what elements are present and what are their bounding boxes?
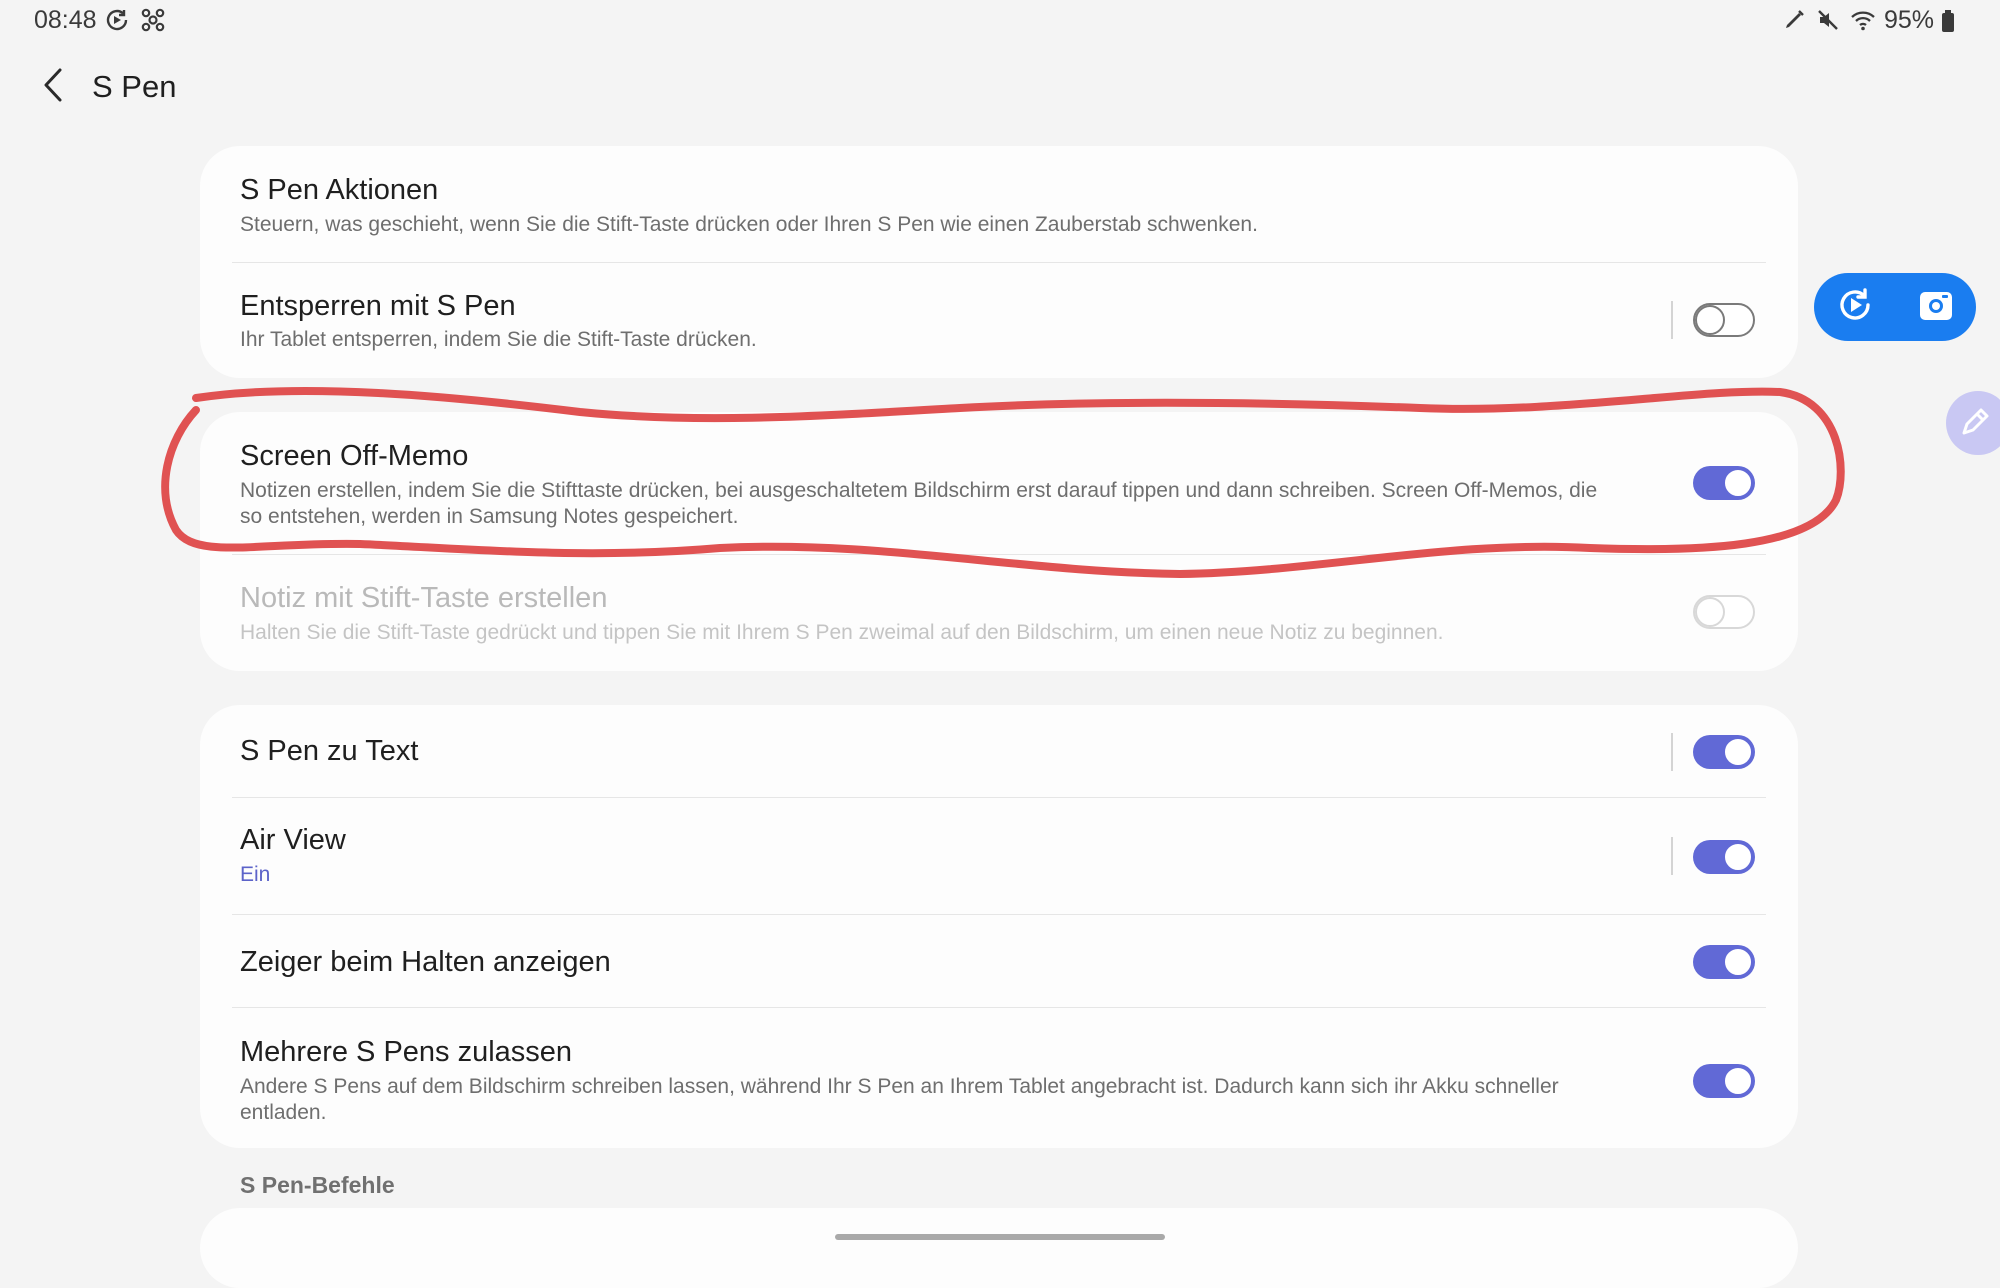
battery-percentage: 95% xyxy=(1883,6,1934,34)
back-button[interactable] xyxy=(36,62,70,112)
row-title: Entsperren mit S Pen xyxy=(240,290,516,322)
screen-recorder-icon xyxy=(104,7,130,33)
row-notiz-mit-stift-taste: Notiz mit Stift-Taste erstellen Halten S… xyxy=(200,555,1798,671)
row-subtitle-line-2: entladen. xyxy=(240,1101,327,1124)
settings-group-2: Screen Off-Memo Notizen erstellen, indem… xyxy=(200,412,1798,671)
screenshot-icon xyxy=(1916,285,1956,330)
status-bar: 08:48 95% xyxy=(0,0,2000,42)
row-zeiger-beim-halten[interactable]: Zeiger beim Halten anzeigen xyxy=(200,915,1798,1007)
row-title: S Pen Aktionen xyxy=(240,174,439,206)
row-screen-off-memo[interactable]: Screen Off-Memo Notizen erstellen, indem… xyxy=(200,412,1798,554)
divider xyxy=(1671,837,1673,875)
row-air-view[interactable]: Air View Ein xyxy=(200,798,1798,914)
mehrere-s-pens-toggle[interactable] xyxy=(1693,1064,1755,1098)
row-title: S Pen zu Text xyxy=(240,735,419,767)
row-title: Mehrere S Pens zulassen xyxy=(240,1036,573,1068)
screen-record-button[interactable] xyxy=(1832,284,1878,330)
screen-record-icon xyxy=(1835,285,1875,330)
mute-icon xyxy=(1816,8,1842,34)
s-pen-zu-text-toggle[interactable] xyxy=(1693,735,1755,769)
floating-pen-button[interactable] xyxy=(1946,391,2000,455)
row-subtitle-line-1: Notizen erstellen, indem Sie die Stiftta… xyxy=(240,479,1598,502)
settings-group-3: S Pen zu Text Air View Ein Zeiger beim H… xyxy=(200,705,1798,1148)
row-title: Air View xyxy=(240,824,346,856)
row-s-pen-zu-text[interactable]: S Pen zu Text xyxy=(200,705,1798,797)
row-status: Ein xyxy=(240,863,271,886)
status-time: 08:48 xyxy=(34,6,97,34)
unlock-toggle[interactable] xyxy=(1693,303,1755,337)
row-subtitle: Steuern, was geschieht, wenn Sie die Sti… xyxy=(240,213,1258,236)
settings-group-4 xyxy=(200,1208,1798,1288)
app-header: S Pen xyxy=(36,62,176,112)
divider xyxy=(1671,301,1673,339)
screenshot-button[interactable] xyxy=(1913,284,1959,330)
section-header-s-pen-befehle: S Pen-Befehle xyxy=(240,1172,395,1198)
wifi-icon xyxy=(1850,8,1876,34)
home-indicator[interactable] xyxy=(835,1234,1165,1240)
edit-pen-icon xyxy=(1958,403,1994,444)
battery-icon xyxy=(1942,9,1954,32)
row-subtitle-line-2: so entstehen, werden in Samsung Notes ge… xyxy=(240,505,739,528)
row-entsperren-mit-s-pen[interactable]: Entsperren mit S Pen Ihr Tablet entsperr… xyxy=(200,263,1798,378)
row-s-pen-aktionen[interactable]: S Pen Aktionen Steuern, was geschieht, w… xyxy=(200,146,1798,262)
page-title: S Pen xyxy=(92,69,177,104)
divider xyxy=(1671,733,1673,771)
settings-group-1: S Pen Aktionen Steuern, was geschieht, w… xyxy=(200,146,1798,378)
s-pen-icon xyxy=(1782,8,1808,34)
row-mehrere-s-pens[interactable]: Mehrere S Pens zulassen Andere S Pens au… xyxy=(200,1008,1798,1148)
row-title: Notiz mit Stift-Taste erstellen xyxy=(240,582,608,614)
row-subtitle-line-1: Andere S Pens auf dem Bildschirm schreib… xyxy=(240,1075,1559,1098)
chevron-left-icon xyxy=(42,67,64,108)
notiz-toggle xyxy=(1693,595,1755,629)
row-title: Screen Off-Memo xyxy=(240,440,469,472)
row-subtitle: Ihr Tablet entsperren, indem Sie die Sti… xyxy=(240,328,757,351)
row-subtitle: Halten Sie die Stift-Taste gedrückt und … xyxy=(240,621,1444,644)
row-title: Zeiger beim Halten anzeigen xyxy=(240,946,611,978)
bixby-routines-icon xyxy=(140,7,166,33)
screen-off-memo-toggle[interactable] xyxy=(1693,466,1755,500)
screen-capture-widget xyxy=(1814,273,1976,341)
air-view-toggle[interactable] xyxy=(1693,840,1755,874)
zeiger-toggle[interactable] xyxy=(1693,945,1755,979)
